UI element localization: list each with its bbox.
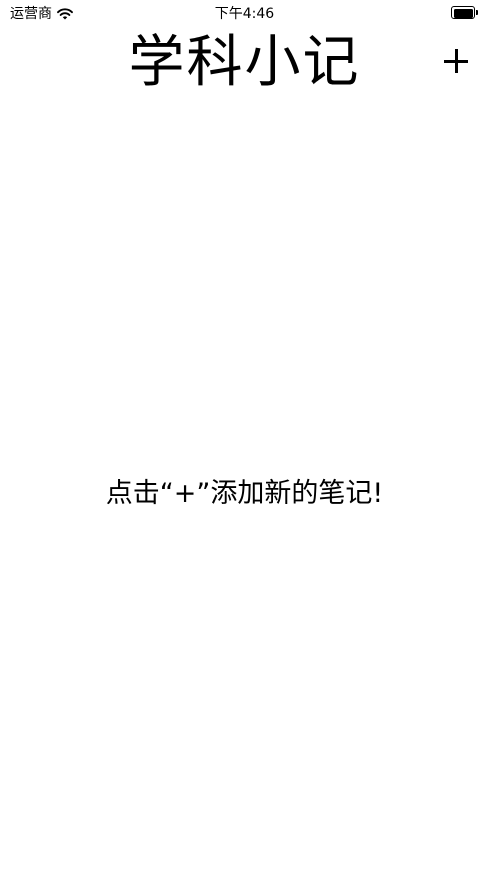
empty-state-hint: 点击“+”添加新的笔记! bbox=[105, 478, 384, 509]
page-title: 学科小记 bbox=[128, 30, 361, 95]
status-time: 下午4:46 bbox=[214, 6, 275, 22]
status-bar: 运营商 下午4:46 bbox=[0, 0, 489, 30]
add-note-button[interactable] bbox=[441, 46, 471, 76]
battery-icon bbox=[451, 6, 478, 19]
